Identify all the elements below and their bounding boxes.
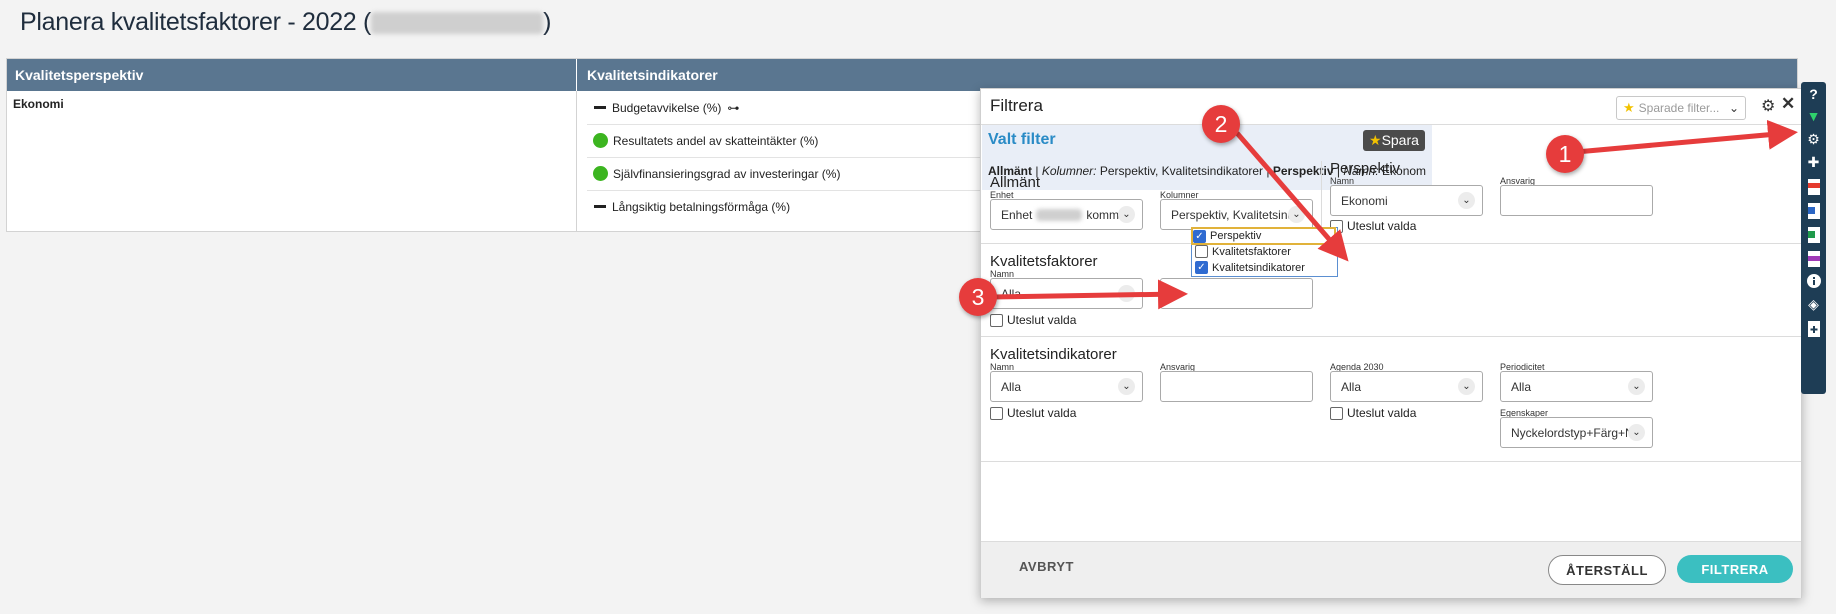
callout-arrow-1 [1564,119,1798,156]
callout-badge-1: 1 [1546,135,1584,173]
callout-arrow-3 [991,279,1188,310]
callout-badge-3: 3 [959,278,997,316]
callout-arrow-2 [1235,131,1349,262]
callout-badge-2: 2 [1202,105,1240,143]
callout-arrows [991,119,1798,310]
